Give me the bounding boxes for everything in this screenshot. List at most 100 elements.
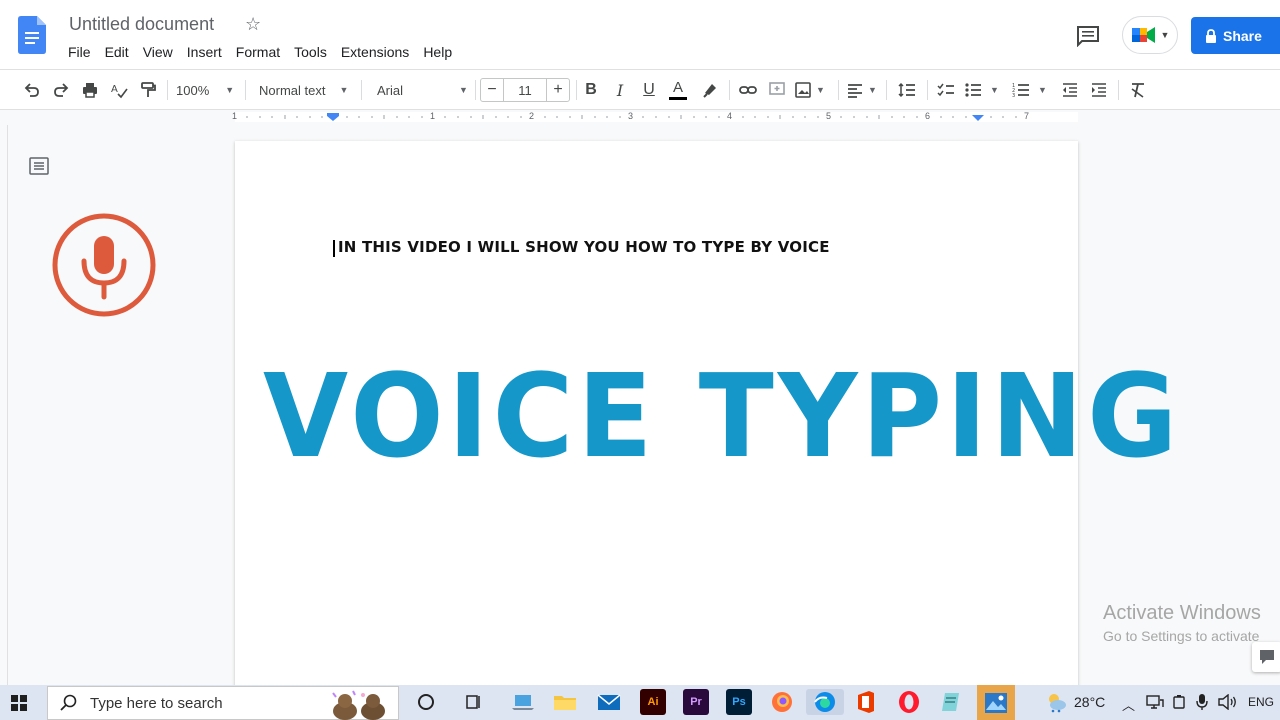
volume-icon[interactable]: [1218, 693, 1238, 715]
notepad-icon[interactable]: [939, 689, 965, 715]
chevron-down-icon: ▼: [1160, 30, 1170, 40]
tray-overflow-chevron-icon[interactable]: ︿: [1122, 695, 1135, 714]
insert-image-icon[interactable]: ▼: [794, 78, 830, 102]
toolbar-divider: [167, 80, 168, 100]
menu-tools[interactable]: Tools: [294, 44, 327, 60]
font-select[interactable]: Arial ▼: [370, 78, 470, 102]
temperature-label[interactable]: 28°C: [1074, 694, 1105, 710]
file-explorer-icon[interactable]: [552, 689, 578, 715]
chevron-down-icon: ▼: [868, 85, 877, 95]
right-indent-marker[interactable]: [972, 115, 984, 121]
italic-icon[interactable]: I: [609, 78, 631, 102]
redo-icon[interactable]: [49, 78, 73, 102]
photos-icon[interactable]: [977, 685, 1015, 720]
menu-edit[interactable]: Edit: [105, 44, 129, 60]
text-color-icon[interactable]: A: [667, 78, 689, 102]
spellcheck-icon[interactable]: A: [107, 78, 131, 102]
add-comment-icon[interactable]: [765, 78, 789, 102]
taskbar-search-box[interactable]: Type here to search: [47, 686, 399, 720]
document-body-text[interactable]: IN THIS VIDEO I WILL SHOW YOU HOW TO TYP…: [338, 238, 830, 256]
bulleted-list-icon[interactable]: ▼: [964, 78, 1004, 102]
illustrator-icon[interactable]: Ai: [640, 689, 666, 715]
style-select[interactable]: Normal text ▼: [253, 78, 353, 102]
highlight-icon[interactable]: [698, 78, 722, 102]
document-outline-icon[interactable]: [28, 156, 50, 176]
increase-indent-icon[interactable]: [1087, 78, 1111, 102]
underline-icon[interactable]: U: [638, 78, 660, 102]
zoom-select[interactable]: 100% ▼: [176, 78, 238, 102]
laptop-icon[interactable]: [510, 689, 536, 715]
explore-button[interactable]: [1252, 642, 1280, 672]
link-icon[interactable]: [736, 78, 760, 102]
chevron-down-icon: ▼: [339, 85, 349, 95]
share-label: Share: [1223, 27, 1262, 44]
print-icon[interactable]: [78, 78, 102, 102]
chevron-down-icon: ▼: [990, 85, 999, 95]
toolbar-divider: [729, 80, 730, 100]
menu-extensions[interactable]: Extensions: [341, 44, 409, 60]
photoshop-icon[interactable]: Ps: [726, 689, 752, 715]
numbered-list-icon[interactable]: 1 2 3 ▼: [1012, 78, 1052, 102]
edge-icon[interactable]: [806, 689, 844, 715]
activate-windows-subtitle: Go to Settings to activate: [1103, 628, 1260, 644]
comment-history-icon[interactable]: [1076, 25, 1100, 47]
formatting-toolbar: A 100% ▼ Normal text ▼ Arial ▼ − 11 + B I U…: [0, 70, 1280, 110]
undo-icon[interactable]: [20, 78, 44, 102]
checklist-icon[interactable]: [934, 78, 958, 102]
paint-format-icon[interactable]: [136, 78, 160, 102]
decrease-indent-icon[interactable]: [1058, 78, 1082, 102]
increase-font-size-button[interactable]: +: [546, 78, 570, 102]
ruler-label: 1: [232, 111, 238, 121]
clear-formatting-icon[interactable]: [1126, 78, 1150, 102]
menu-insert[interactable]: Insert: [187, 44, 222, 60]
toolbar-divider: [361, 80, 362, 100]
ruler-label: 7: [1024, 111, 1030, 121]
task-view-icon[interactable]: [413, 689, 439, 715]
svg-text:3: 3: [1012, 93, 1015, 99]
menu-view[interactable]: View: [143, 44, 173, 60]
menu-format[interactable]: Format: [236, 44, 280, 60]
microphone-icon: [52, 213, 156, 317]
windows-taskbar: Type here to search Ai Pr Ps 28°C ︿ ENG: [0, 685, 1280, 720]
toolbar-divider: [927, 80, 928, 100]
ruler-label: 4: [727, 111, 733, 121]
toolbar-divider: [245, 80, 246, 100]
document-title[interactable]: Untitled document: [69, 14, 214, 35]
ruler-ticks: [246, 113, 1017, 121]
font-size-input[interactable]: 11: [504, 78, 546, 102]
star-icon[interactable]: ☆: [245, 14, 261, 35]
lock-icon: [1206, 28, 1216, 43]
google-docs-logo-icon[interactable]: [18, 16, 46, 54]
search-highlight-illustration-icon: [332, 690, 385, 720]
office-icon[interactable]: [853, 689, 879, 715]
firefox-icon[interactable]: [769, 689, 795, 715]
toolbar-divider: [475, 80, 476, 100]
toolbar-divider: [1118, 80, 1119, 100]
menu-file[interactable]: File: [68, 44, 91, 60]
decrease-font-size-button[interactable]: −: [480, 78, 504, 102]
opera-icon[interactable]: [896, 689, 922, 715]
share-button[interactable]: Share: [1191, 17, 1280, 54]
svg-text:A: A: [111, 84, 118, 95]
style-value: Normal text: [259, 82, 326, 98]
widgets-icon[interactable]: [461, 689, 487, 715]
weather-icon[interactable]: [1043, 689, 1069, 715]
windows-start-icon[interactable]: [11, 695, 27, 711]
meet-button[interactable]: ▼: [1122, 16, 1178, 54]
meet-icon: [1131, 27, 1155, 43]
menu-help[interactable]: Help: [423, 44, 452, 60]
language-indicator[interactable]: ENG: [1248, 695, 1274, 709]
line-spacing-icon[interactable]: [895, 78, 919, 102]
battery-icon[interactable]: [1171, 694, 1189, 715]
bold-icon[interactable]: B: [580, 78, 602, 102]
menu-bar: File Edit View Insert Format Tools Exten…: [68, 44, 466, 60]
align-left-icon[interactable]: ▼: [846, 78, 878, 102]
explore-icon: [1260, 650, 1274, 664]
mail-icon[interactable]: [596, 689, 622, 715]
premiere-pro-icon[interactable]: Pr: [683, 689, 709, 715]
network-icon[interactable]: [1146, 694, 1164, 715]
left-indent-marker[interactable]: [327, 113, 339, 121]
microphone-tray-icon[interactable]: [1195, 693, 1209, 716]
search-placeholder: Type here to search: [90, 694, 223, 712]
chevron-down-icon: ▼: [459, 85, 468, 95]
